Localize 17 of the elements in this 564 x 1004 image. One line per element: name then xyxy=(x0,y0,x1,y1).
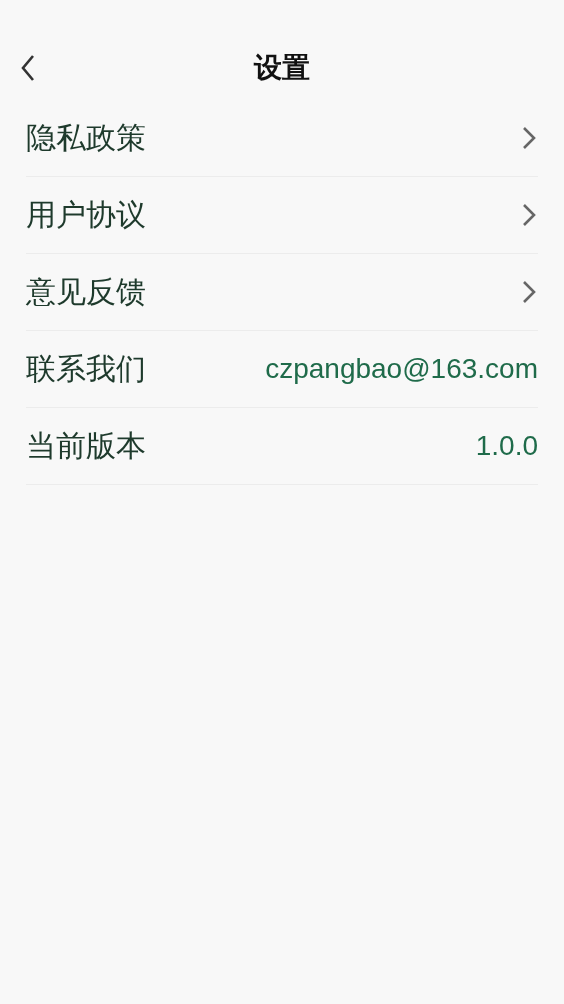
row-value: 1.0.0 xyxy=(475,430,538,462)
back-icon xyxy=(20,54,36,82)
row-label: 联系我们 xyxy=(26,349,146,388)
settings-row[interactable]: 隐私政策 xyxy=(26,100,538,177)
settings-row[interactable]: 联系我们 czpangbao@163.com xyxy=(26,331,538,408)
row-label: 用户协议 xyxy=(26,195,146,234)
settings-row[interactable]: 用户协议 xyxy=(26,177,538,254)
settings-row[interactable]: 意见反馈 xyxy=(26,254,538,331)
row-label: 隐私政策 xyxy=(26,118,146,157)
chevron-right-icon xyxy=(522,280,536,304)
row-value: czpangbao@163.com xyxy=(265,353,538,385)
row-label: 意见反馈 xyxy=(26,272,146,311)
row-label: 当前版本 xyxy=(26,426,146,465)
settings-row[interactable]: 当前版本 1.0.0 xyxy=(26,408,538,485)
page-title: 设置 xyxy=(254,50,310,86)
chevron-right-icon xyxy=(522,126,536,150)
chevron-right-icon xyxy=(522,203,536,227)
